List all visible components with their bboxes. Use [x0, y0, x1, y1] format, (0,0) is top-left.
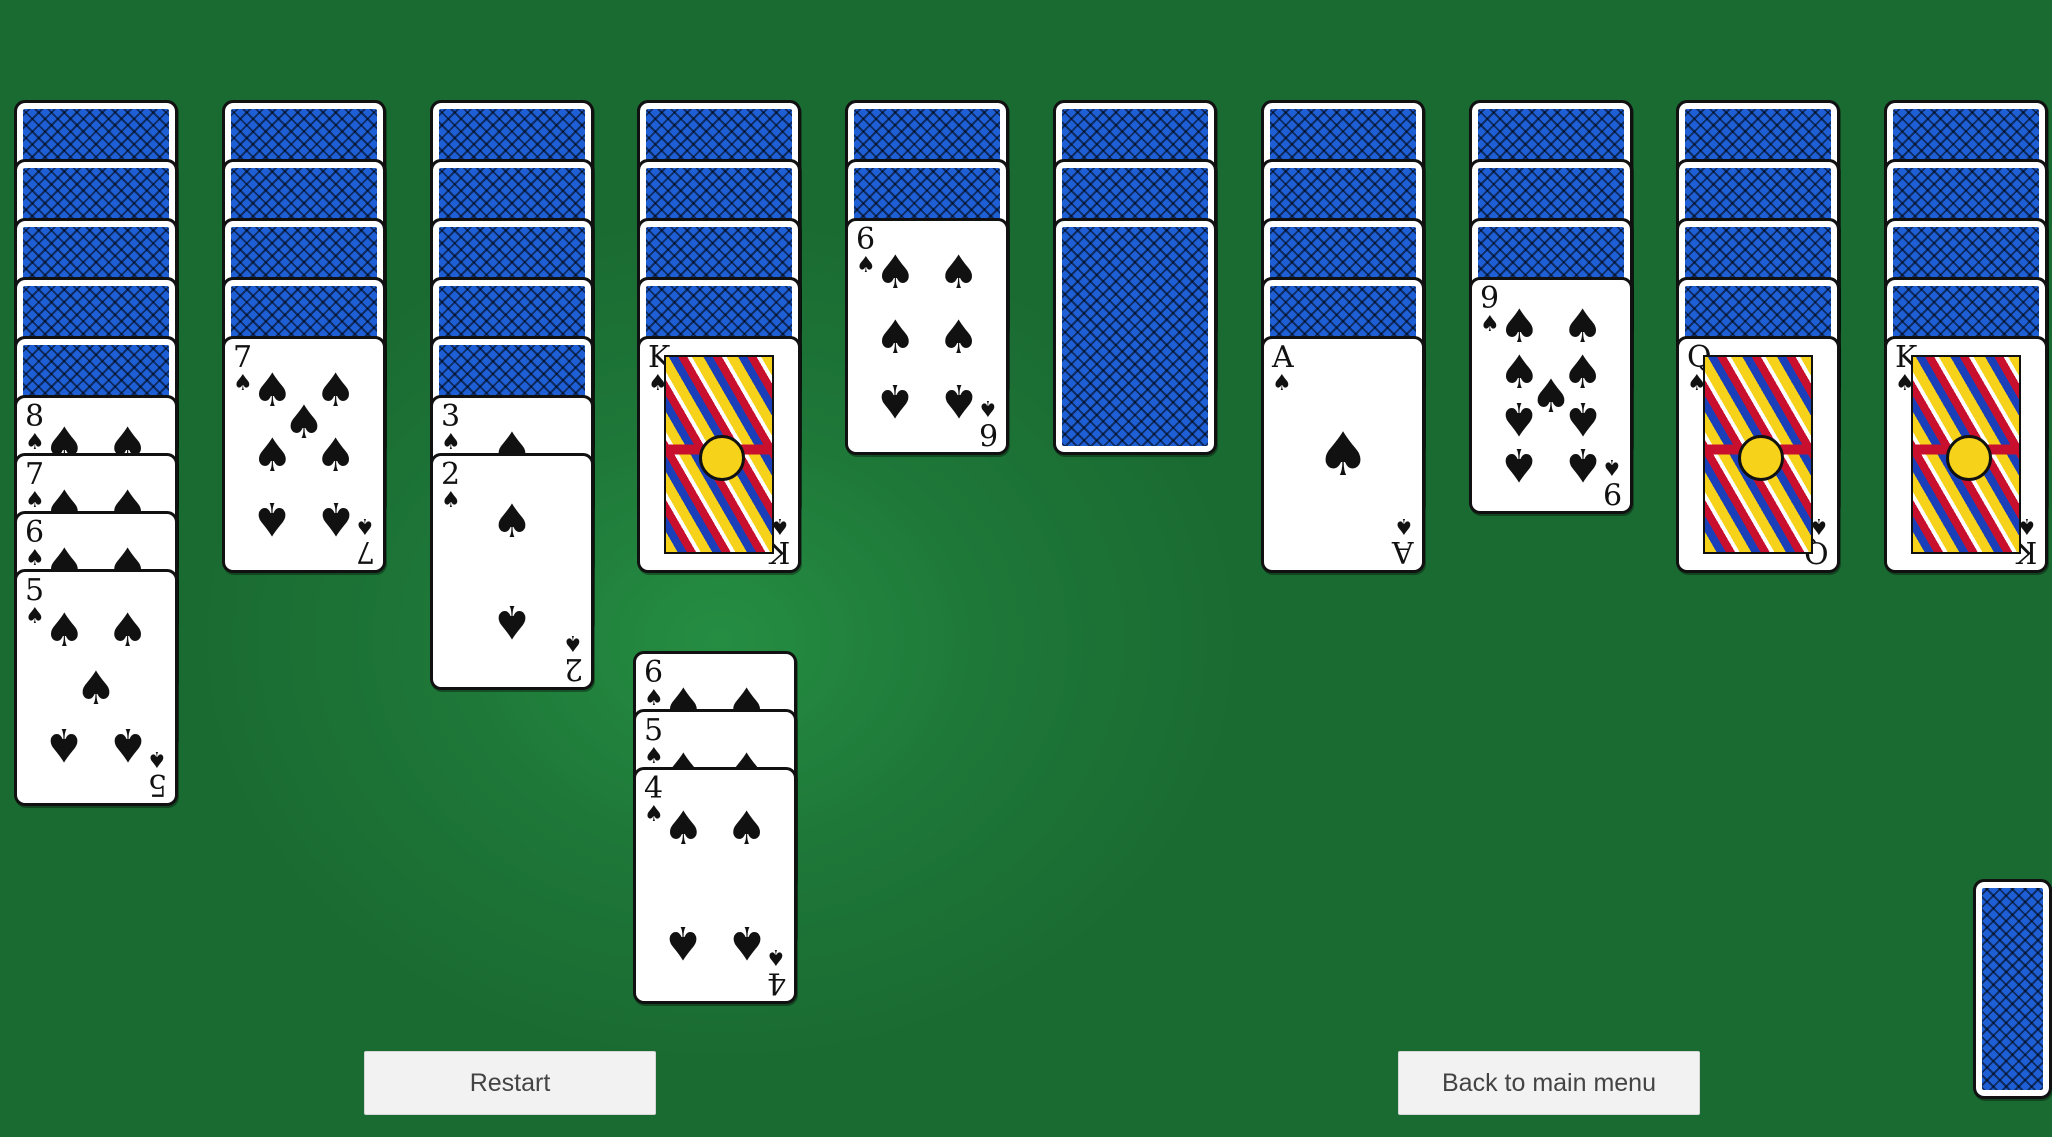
card-face[interactable]: 7♠7♠♠♠♠♠♠♠♠ [222, 336, 386, 573]
spade-icon: ♠ [644, 686, 664, 711]
spade-icon: ♠ [25, 430, 45, 455]
spade-pip-icon: ♠ [874, 374, 917, 429]
spade-pip-icon: ♠ [662, 800, 705, 855]
card-face[interactable]: 5♠5♠♠♠♠♠♠ [14, 569, 178, 806]
card-face[interactable]: 4 ♠ 4 ♠ ♠ ♠ ♠ ♠ [633, 767, 797, 1004]
spade-pip-icon: ♠ [662, 916, 705, 971]
spade-icon: ♠ [563, 630, 583, 655]
card-rank-label: 9 [1602, 475, 1622, 510]
card-rank-label: 6 [25, 515, 45, 550]
spade-pip-icon: ♠ [251, 427, 294, 482]
spade-pip-icon: ♠ [314, 492, 357, 547]
spade-pip-icon: ♠ [43, 718, 86, 773]
card-rank-label: 7 [25, 457, 45, 492]
card-rank-label: 6 [978, 416, 998, 451]
spade-pip-icon: ♠ [491, 595, 533, 650]
card-rank-label: A [1272, 340, 1294, 375]
back-to-main-menu-button[interactable]: Back to main menu [1398, 1051, 1700, 1115]
card-face[interactable]: 9 ♠ 9 ♠ ♠ ♠ ♠ ♠ ♠ ♠ ♠ ♠ ♠ [1469, 277, 1633, 514]
card-face[interactable]: K ♠ K ♠ [637, 336, 801, 573]
court-emblem [699, 434, 745, 481]
card-rank-label: 5 [147, 767, 167, 802]
card-rank-label: 9 [1480, 281, 1500, 316]
spade-icon: ♠ [644, 744, 664, 769]
spade-icon: ♠ [25, 546, 45, 571]
spade-icon: ♠ [25, 488, 45, 513]
card-face[interactable]: K ♠ K ♠ [1884, 336, 2048, 573]
spade-pip-icon: ♠ [937, 374, 980, 429]
spade-pip-icon: ♠ [1498, 391, 1541, 446]
spade-icon: ♠ [644, 802, 664, 827]
spade-pip-icon: ♠ [491, 493, 533, 548]
spade-pip-icon: ♠ [1561, 299, 1604, 354]
spade-pip-icon: ♠ [314, 427, 357, 482]
spade-pip-icon: ♠ [1498, 299, 1541, 354]
card-rank-label: 4 [644, 771, 664, 806]
spade-pip-icon: ♠ [1498, 437, 1541, 492]
spade-pip-icon: ♠ [874, 244, 917, 299]
spade-icon: ♠ [1480, 312, 1500, 337]
spade-icon: ♠ [856, 253, 876, 278]
card-rank-label: 6 [856, 222, 876, 257]
card-rank-label: 6 [644, 655, 664, 690]
spade-icon: ♠ [766, 944, 786, 969]
spade-pip-icon: ♠ [106, 602, 149, 657]
spade-pip-icon: ♠ [874, 309, 917, 364]
spade-icon: ♠ [147, 746, 167, 771]
card-face[interactable]: 2 ♠ 2 ♠ ♠ ♠ [430, 453, 594, 690]
spade-icon: ♠ [25, 604, 45, 629]
spade-icon: ♠ [233, 371, 253, 396]
spade-icon: ♠ [1394, 513, 1414, 538]
court-figure-image [664, 355, 774, 554]
card-back[interactable] [1973, 879, 2052, 1099]
restart-button[interactable]: Restart [364, 1051, 656, 1115]
card-face[interactable]: A ♠ A ♠ ♠ [1261, 336, 1425, 573]
card-rank-label: 7 [355, 534, 375, 569]
card-back[interactable] [1053, 218, 1217, 455]
spade-pip-icon: ♠ [725, 916, 768, 971]
card-face[interactable]: Q ♠ Q ♠ [1676, 336, 1840, 573]
card-face[interactable]: 6♠6♠♠♠♠♠♠♠ [845, 218, 1009, 455]
card-rank-label: 2 [441, 457, 461, 492]
spade-pip-icon: ♠ [251, 492, 294, 547]
court-figure-image [1911, 355, 2021, 554]
spade-icon: ♠ [441, 430, 461, 455]
spade-icon: ♠ [441, 488, 461, 513]
spade-pip-icon: ♠ [1561, 437, 1604, 492]
spade-pip-icon: ♠ [1561, 391, 1604, 446]
court-emblem [1946, 434, 1992, 481]
spade-icon: ♠ [355, 513, 375, 538]
spade-pip-icon: ♠ [937, 309, 980, 364]
spade-pip-icon: ♠ [1316, 419, 1370, 490]
spade-pip-icon: ♠ [937, 244, 980, 299]
card-rank-label: 5 [25, 573, 45, 608]
spade-pip-icon: ♠ [106, 718, 149, 773]
card-rank-label: 4 [766, 965, 786, 1000]
card-rank-label: 2 [563, 651, 583, 686]
card-rank-label: 5 [644, 713, 664, 748]
card-rank-label: 3 [441, 399, 461, 434]
spade-icon: ♠ [1602, 454, 1622, 479]
spade-icon: ♠ [1272, 371, 1292, 396]
spade-pip-icon: ♠ [75, 660, 117, 715]
court-emblem [1738, 434, 1784, 481]
spade-icon: ♠ [978, 395, 998, 420]
court-figure-image [1703, 355, 1813, 554]
card-rank-label: A [1392, 534, 1414, 569]
spade-pip-icon: ♠ [43, 602, 86, 657]
spade-pip-icon: ♠ [725, 800, 768, 855]
card-rank-label: 8 [25, 399, 45, 434]
card-rank-label: 7 [233, 340, 253, 375]
